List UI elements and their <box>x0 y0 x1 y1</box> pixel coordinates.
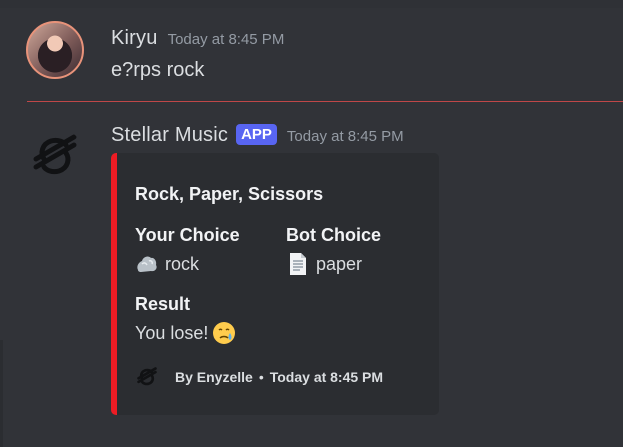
stellar-logo-icon <box>135 365 159 389</box>
embed-title: Rock, Paper, Scissors <box>135 184 324 204</box>
stellar-logo-icon <box>33 134 77 175</box>
message-content: e?rps rock <box>111 59 205 81</box>
field-value: paper <box>286 252 381 276</box>
left-edge <box>0 340 3 447</box>
game-embed: Rock, Paper, Scissors Your Choice rock B… <box>111 153 439 415</box>
field-value: rock <box>135 252 240 276</box>
timestamp: Today at 8:45 PM <box>286 128 404 145</box>
field-name: Result <box>135 294 191 314</box>
embed-footer: By Enyzelle • Today at 8:45 PM <box>135 365 383 389</box>
field-name: Bot Choice <box>286 225 382 245</box>
footer-timestamp: Today at 8:45 PM <box>269 369 384 385</box>
username[interactable]: Kiryu <box>111 27 158 50</box>
choice-value: rock <box>165 253 200 274</box>
embed-accent-bar <box>111 153 117 415</box>
message-header: Stellar Music APP Today at 8:45 PM <box>111 124 404 147</box>
field-value: You lose! <box>135 321 236 345</box>
rock-icon <box>135 252 159 276</box>
message-header: Kiryu Today at 8:45 PM <box>111 27 284 50</box>
user-avatar[interactable] <box>26 21 84 79</box>
footer-text: By Enyzelle <box>175 369 253 385</box>
paper-icon <box>286 252 310 276</box>
bot-avatar[interactable] <box>26 127 84 185</box>
field-result: Result You lose! <box>135 294 236 345</box>
footer-separator: • <box>258 369 264 385</box>
chat-area: Kiryu Today at 8:45 PM e?rps rock Stella… <box>0 0 623 447</box>
crying-face-icon <box>212 321 236 345</box>
field-name: Your Choice <box>135 225 240 245</box>
choice-value: paper <box>316 253 363 274</box>
new-messages-divider <box>27 101 623 102</box>
field-your-choice: Your Choice rock <box>135 225 240 276</box>
username[interactable]: Stellar Music <box>111 124 228 147</box>
result-value: You lose! <box>135 322 209 343</box>
field-bot-choice: Bot Choice paper <box>286 225 381 276</box>
timestamp: Today at 8:45 PM <box>167 31 285 48</box>
scroll-top-strip <box>0 0 623 8</box>
app-badge: APP <box>236 124 277 145</box>
